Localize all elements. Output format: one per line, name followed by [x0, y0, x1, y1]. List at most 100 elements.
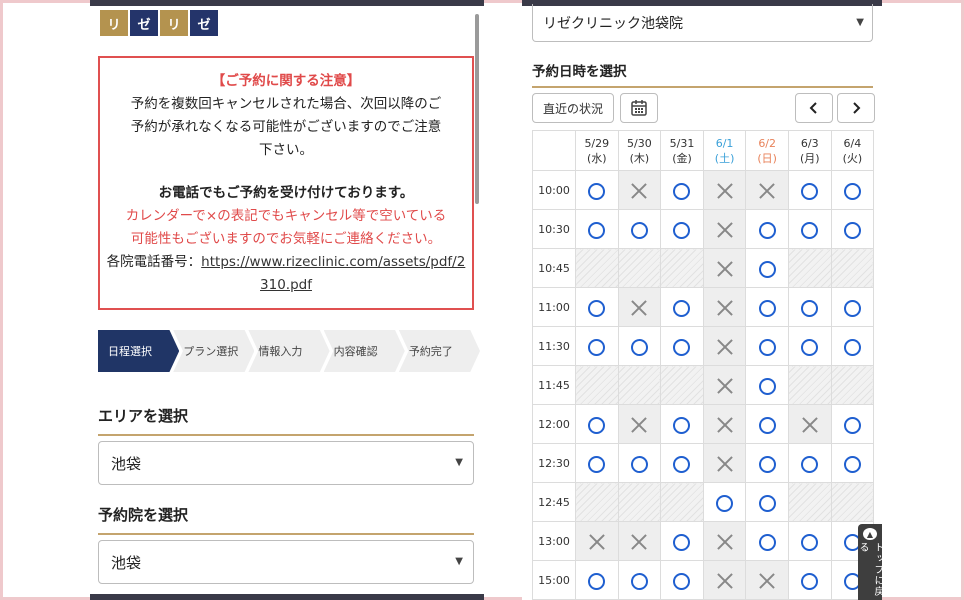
slot-available[interactable]: [660, 560, 704, 600]
slot-available[interactable]: [787, 326, 832, 366]
slot-available[interactable]: [745, 287, 789, 327]
slot-available[interactable]: [787, 287, 832, 327]
slot-available[interactable]: [617, 560, 662, 600]
unavailable-cross-icon: [717, 183, 733, 199]
clinic-branch-select[interactable]: リゼクリニック池袋院 ▼: [532, 4, 873, 42]
slot-unavailable: [617, 521, 662, 561]
slot-available[interactable]: [575, 404, 619, 444]
phone-pdf-link[interactable]: https://www.rizeclinic.com/assets/pdf/2: [201, 254, 465, 270]
next-week-button[interactable]: [837, 93, 875, 123]
slot-available[interactable]: [745, 365, 789, 405]
phone-notice-title: お電話でもご予約を受け付けております。: [158, 185, 414, 201]
unavailable-cross-icon: [717, 534, 733, 550]
available-circle-icon: [673, 416, 691, 434]
available-circle-icon: [673, 221, 691, 239]
slot-closed: [787, 248, 832, 288]
slot-available[interactable]: [745, 404, 789, 444]
available-circle-icon: [843, 221, 861, 239]
slot-available[interactable]: [745, 443, 789, 483]
time-slot-row: 11:00: [532, 287, 875, 327]
available-circle-icon: [801, 572, 819, 590]
slot-available[interactable]: [787, 170, 832, 210]
slot-available[interactable]: [617, 326, 662, 366]
slot-unavailable: [702, 521, 747, 561]
slot-available[interactable]: [787, 521, 832, 561]
day-header: 6/2 (日): [745, 130, 789, 171]
slot-available[interactable]: [787, 209, 832, 249]
slot-available[interactable]: [745, 326, 789, 366]
slot-available[interactable]: [575, 209, 619, 249]
calendar-button[interactable]: [620, 93, 658, 123]
slot-available[interactable]: [830, 443, 875, 483]
available-circle-icon: [843, 338, 861, 356]
slot-available[interactable]: [660, 326, 704, 366]
slot-available[interactable]: [830, 404, 875, 444]
slot-available[interactable]: [660, 170, 704, 210]
unavailable-cross-icon: [802, 417, 818, 433]
unavailable-cross-icon: [631, 183, 647, 199]
clinic-select[interactable]: 池袋 ▼: [98, 540, 474, 584]
slot-available[interactable]: [830, 287, 875, 327]
back-to-top-label: トップに戻る: [857, 542, 882, 598]
notice-red-line: カレンダーで×の表記でもキャンセル等で空いている: [125, 208, 447, 224]
slot-available[interactable]: [702, 482, 747, 522]
phone-pdf-link[interactable]: 310.pdf: [260, 277, 312, 293]
slot-unavailable: [617, 287, 662, 327]
slot-available[interactable]: [575, 443, 619, 483]
slot-available[interactable]: [745, 248, 789, 288]
slot-available[interactable]: [575, 170, 619, 210]
available-circle-icon: [588, 455, 606, 473]
slot-available[interactable]: [745, 521, 789, 561]
time-label: 13:00: [532, 521, 576, 561]
unavailable-cross-icon: [631, 417, 647, 433]
slot-available[interactable]: [660, 287, 704, 327]
area-select[interactable]: 池袋 ▼: [98, 441, 474, 485]
slot-available[interactable]: [660, 521, 704, 561]
slot-closed: [787, 365, 832, 405]
prev-week-button[interactable]: [795, 93, 833, 123]
available-circle-icon: [801, 338, 819, 356]
slot-available[interactable]: [660, 209, 704, 249]
day-of-week: (日): [757, 151, 777, 165]
recent-status-button[interactable]: 直近の状況: [532, 93, 614, 123]
available-circle-icon: [801, 299, 819, 317]
unavailable-cross-icon: [717, 339, 733, 355]
slot-available[interactable]: [575, 326, 619, 366]
available-circle-icon: [630, 572, 648, 590]
unavailable-cross-icon: [631, 534, 647, 550]
time-slot-row: 13:00: [532, 521, 875, 561]
slot-unavailable: [575, 521, 619, 561]
slot-available[interactable]: [617, 209, 662, 249]
back-to-top-button[interactable]: ▲ トップに戻る: [857, 524, 882, 600]
slot-unavailable: [702, 365, 747, 405]
available-circle-icon: [843, 416, 861, 434]
slot-closed: [617, 248, 662, 288]
slot-available[interactable]: [745, 209, 789, 249]
available-circle-icon: [801, 533, 819, 551]
available-circle-icon: [758, 494, 776, 512]
scrollbar-thumb[interactable]: [475, 14, 479, 204]
available-circle-icon: [588, 338, 606, 356]
schedule-header-row: 5/29 (水) 5/30 (木) 5/31 (金) 6/1 (土) 6/2 (日) 6/3 (月) 6…: [532, 130, 875, 171]
slot-available[interactable]: [575, 287, 619, 327]
available-circle-icon: [673, 572, 691, 590]
slot-available[interactable]: [830, 326, 875, 366]
slot-unavailable: [745, 170, 789, 210]
slot-available[interactable]: [787, 560, 832, 600]
slot-available[interactable]: [745, 482, 789, 522]
available-circle-icon: [716, 494, 734, 512]
slot-available[interactable]: [660, 404, 704, 444]
available-circle-icon: [843, 455, 861, 473]
notice-title: 【ご予約に関する注意】: [211, 73, 361, 89]
slot-available[interactable]: [617, 443, 662, 483]
time-label: 15:00: [532, 560, 576, 600]
day-date: 5/30: [627, 136, 652, 150]
slot-available[interactable]: [830, 209, 875, 249]
slot-available[interactable]: [660, 443, 704, 483]
slot-available[interactable]: [575, 560, 619, 600]
slot-available[interactable]: [830, 170, 875, 210]
phone-link-line: 310.pdf: [100, 274, 472, 297]
rize-logo[interactable]: リ ゼ リ ゼ: [100, 10, 218, 36]
slot-closed: [660, 482, 704, 522]
slot-available[interactable]: [787, 443, 832, 483]
